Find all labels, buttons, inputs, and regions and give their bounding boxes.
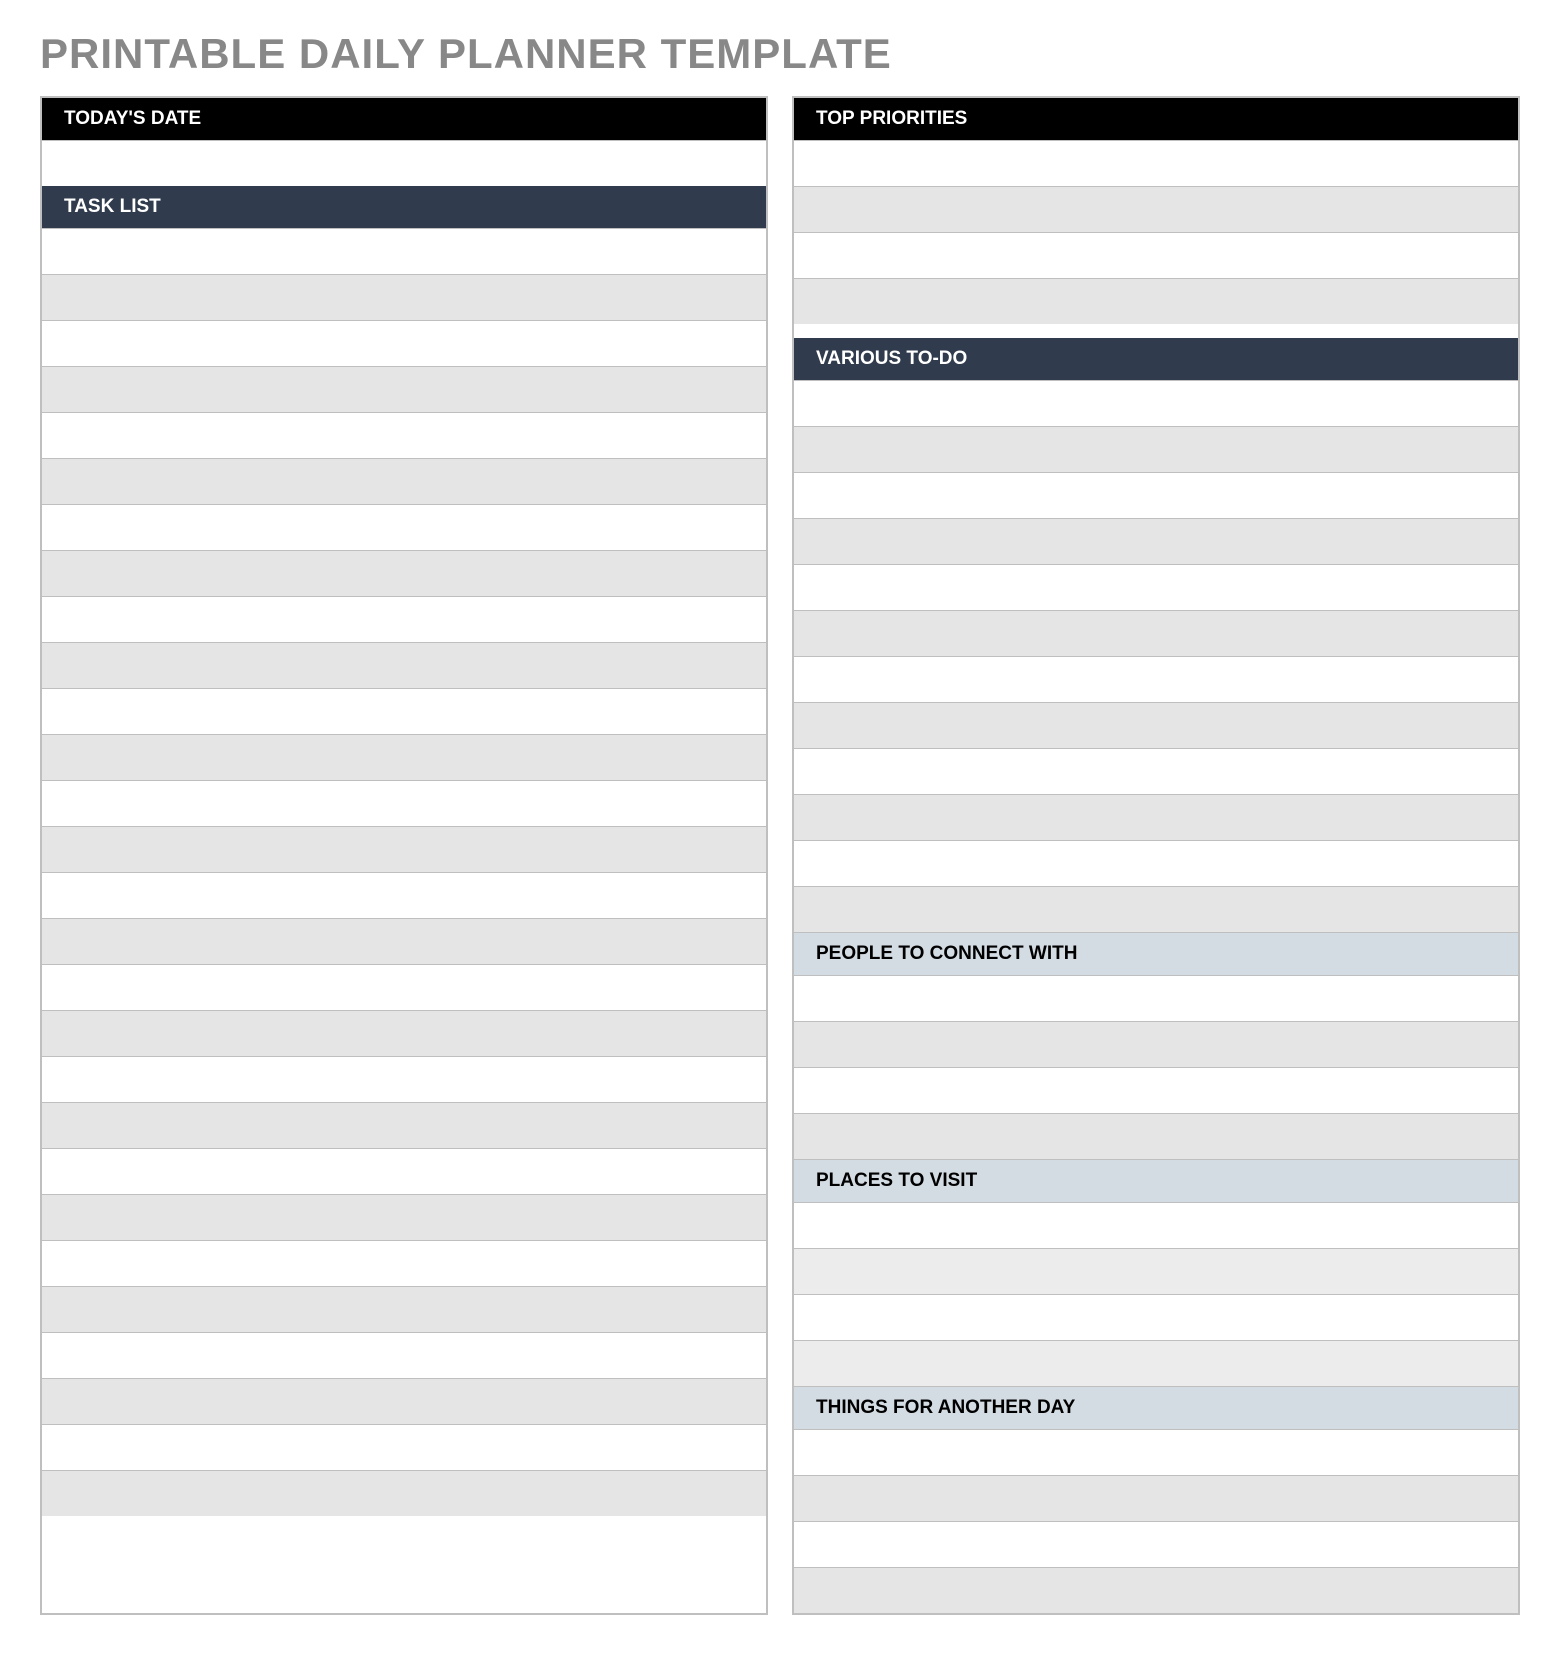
task-row[interactable] [42, 274, 766, 320]
task-row[interactable] [42, 872, 766, 918]
task-row[interactable] [42, 734, 766, 780]
todo-row[interactable] [794, 426, 1518, 472]
task-row[interactable] [42, 918, 766, 964]
task-row[interactable] [42, 320, 766, 366]
task-row[interactable] [42, 826, 766, 872]
task-row[interactable] [42, 1332, 766, 1378]
task-row[interactable] [42, 412, 766, 458]
places-row[interactable] [794, 1202, 1518, 1248]
task-row[interactable] [42, 688, 766, 734]
todays-date-row[interactable] [42, 140, 766, 186]
todo-row[interactable] [794, 472, 1518, 518]
task-row[interactable] [42, 1286, 766, 1332]
things-header: THINGS FOR ANOTHER DAY [794, 1386, 1518, 1429]
todo-row[interactable] [794, 564, 1518, 610]
priority-row[interactable] [794, 140, 1518, 186]
section-gap [794, 324, 1518, 338]
priority-row[interactable] [794, 186, 1518, 232]
task-row[interactable] [42, 1378, 766, 1424]
places-row[interactable] [794, 1248, 1518, 1294]
task-row[interactable] [42, 1010, 766, 1056]
people-row[interactable] [794, 1113, 1518, 1159]
task-list-header: TASK LIST [42, 186, 766, 228]
todo-row[interactable] [794, 656, 1518, 702]
todo-row[interactable] [794, 886, 1518, 932]
right-column: TOP PRIORITIES VARIOUS TO-DO PEOPLE TO C… [792, 96, 1520, 1615]
task-row[interactable] [42, 1470, 766, 1516]
places-row[interactable] [794, 1294, 1518, 1340]
todo-row[interactable] [794, 794, 1518, 840]
planner-columns: TODAY'S DATE TASK LIST TOP PRIORITIE [40, 96, 1520, 1615]
things-row[interactable] [794, 1475, 1518, 1521]
todo-row[interactable] [794, 748, 1518, 794]
priority-row[interactable] [794, 232, 1518, 278]
task-row[interactable] [42, 642, 766, 688]
task-row[interactable] [42, 964, 766, 1010]
places-row[interactable] [794, 1340, 1518, 1386]
things-row[interactable] [794, 1521, 1518, 1567]
task-row[interactable] [42, 1056, 766, 1102]
various-todo-header: VARIOUS TO-DO [794, 338, 1518, 380]
task-row[interactable] [42, 596, 766, 642]
task-row[interactable] [42, 1148, 766, 1194]
places-header: PLACES TO VISIT [794, 1159, 1518, 1202]
todo-row[interactable] [794, 610, 1518, 656]
todo-row[interactable] [794, 380, 1518, 426]
task-row[interactable] [42, 504, 766, 550]
todays-date-header: TODAY'S DATE [42, 98, 766, 140]
todo-row[interactable] [794, 518, 1518, 564]
todo-row[interactable] [794, 840, 1518, 886]
page-title: PRINTABLE DAILY PLANNER TEMPLATE [40, 30, 1520, 78]
things-row[interactable] [794, 1429, 1518, 1475]
priority-row[interactable] [794, 278, 1518, 324]
people-row[interactable] [794, 1021, 1518, 1067]
task-row[interactable] [42, 366, 766, 412]
people-row[interactable] [794, 1067, 1518, 1113]
task-row[interactable] [42, 458, 766, 504]
task-row[interactable] [42, 1102, 766, 1148]
todo-row[interactable] [794, 702, 1518, 748]
top-priorities-header: TOP PRIORITIES [794, 98, 1518, 140]
task-row[interactable] [42, 228, 766, 274]
left-column: TODAY'S DATE TASK LIST [40, 96, 768, 1615]
people-header: PEOPLE TO CONNECT WITH [794, 932, 1518, 975]
task-row[interactable] [42, 550, 766, 596]
people-row[interactable] [794, 975, 1518, 1021]
task-row[interactable] [42, 1424, 766, 1470]
task-row[interactable] [42, 1240, 766, 1286]
things-row[interactable] [794, 1567, 1518, 1613]
task-row[interactable] [42, 1194, 766, 1240]
task-row[interactable] [42, 780, 766, 826]
